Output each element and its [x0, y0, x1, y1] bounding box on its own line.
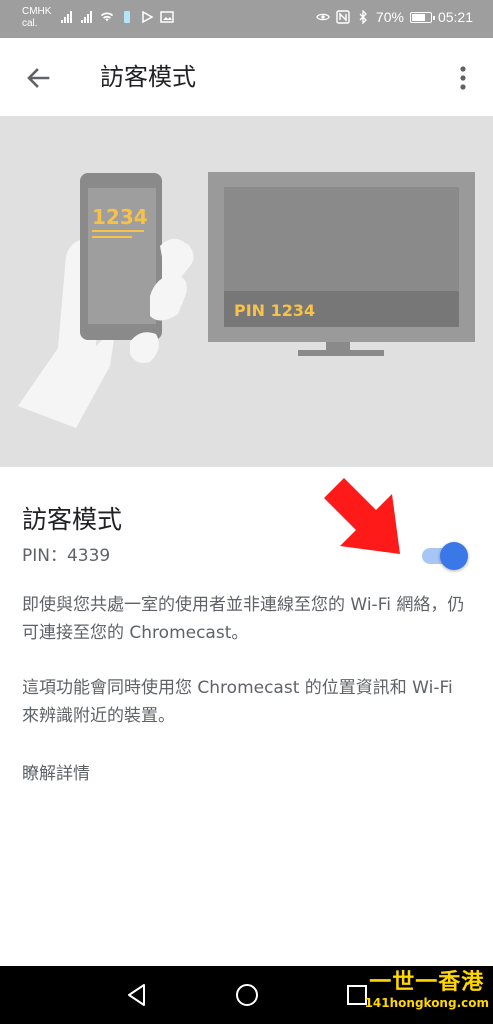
guest-mode-title: 訪客模式	[22, 505, 123, 534]
app-bar: 訪客模式	[0, 38, 493, 116]
toggle-thumb	[440, 542, 468, 570]
eye-icon	[316, 13, 330, 21]
status-icons-left	[60, 10, 174, 24]
watermark-url: 141hongkong.com	[364, 996, 489, 1010]
clock: 05:21	[437, 9, 473, 25]
status-bar: CMHK cal. 70% 05:21	[0, 0, 493, 38]
red-arrow-annotation-icon	[324, 478, 400, 554]
wifi-icon	[100, 12, 114, 22]
nfc-icon	[336, 10, 350, 24]
battery-percent: 70%	[375, 9, 404, 25]
watermark: 一世一香港 141hongkong.com	[365, 970, 489, 1010]
sim-icon	[124, 11, 130, 23]
triangle-back-icon[interactable]	[124, 982, 150, 1008]
gallery-icon	[160, 11, 174, 23]
guest-mode-toggle[interactable]	[418, 540, 468, 572]
guest-pin: PIN：4339	[22, 546, 111, 566]
more-vert-icon[interactable]	[451, 62, 475, 94]
watermark-title: 一世一香港	[369, 970, 485, 995]
battery-icon	[409, 11, 435, 23]
description-paragraph-2: 這項功能會同時使用您 Chromecast 的位置資訊和 Wi-Fi 來辨識附近…	[22, 678, 453, 726]
system-nav-bar: 一世一香港 141hongkong.com	[0, 966, 493, 1024]
carrier-sub: cal.	[22, 18, 38, 29]
carrier-label: CMHK cal.	[22, 6, 51, 30]
guest-mode-illustration: 1234 PIN 1234	[0, 116, 493, 467]
tv-pin-text: PIN 1234	[234, 301, 315, 320]
phone-code-text: 1234	[92, 205, 148, 229]
illustration-graphic: 1234 PIN 1234	[18, 172, 475, 428]
circle-home-icon[interactable]	[234, 982, 260, 1008]
status-icons-right: 70% 05:21	[316, 9, 473, 25]
learn-more-link[interactable]: 瞭解詳情	[22, 760, 90, 788]
carrier-name: CMHK	[22, 6, 52, 17]
play-store-icon	[142, 10, 154, 24]
bluetooth-icon	[359, 10, 367, 24]
page-title: 訪客模式	[100, 63, 196, 91]
arrow-back-icon[interactable]	[22, 62, 54, 94]
signal-icon	[61, 11, 72, 23]
signal-icon-2	[81, 11, 92, 23]
description-paragraph-1: 即使與您共處一室的使用者並非連線至您的 Wi-Fi 網絡，仍可連接至您的 Chr…	[22, 595, 465, 643]
